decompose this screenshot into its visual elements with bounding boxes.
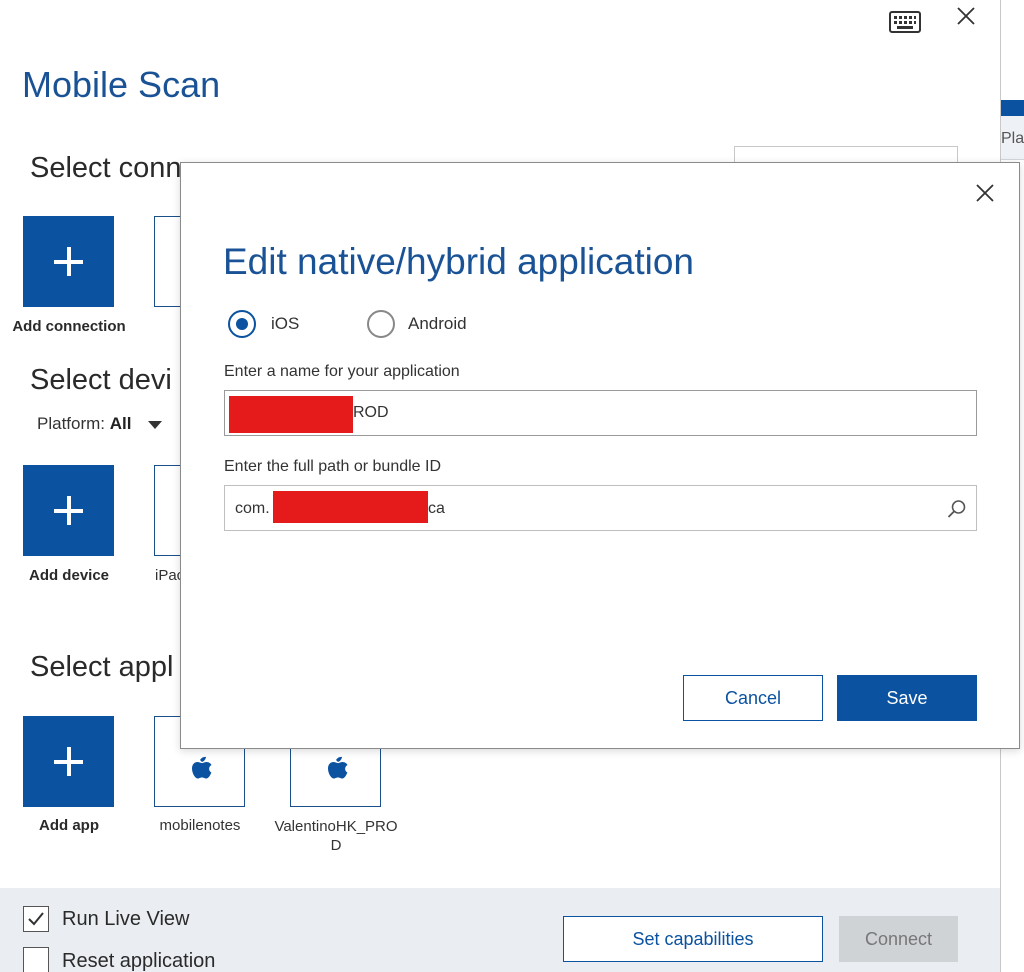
section-title-app: Select appl <box>30 651 174 683</box>
redaction-mark <box>273 491 428 523</box>
add-connection-label: Add connection <box>12 318 126 335</box>
reset-application-checkbox[interactable] <box>23 947 49 972</box>
connect-button[interactable]: Connect <box>839 916 958 962</box>
right-panel-tab-label: Pla <box>1001 130 1024 147</box>
section-title-device: Select devi <box>30 364 172 396</box>
app-tile-label: ValentinoHK_PROD <box>274 818 398 854</box>
set-capabilities-button[interactable]: Set capabilities <box>563 916 823 962</box>
save-button[interactable]: Save <box>837 675 977 721</box>
checkmark-icon <box>28 912 44 926</box>
edit-application-dialog: Edit native/hybrid application iOS Andro… <box>180 162 1020 749</box>
add-connection-button[interactable] <box>23 216 114 307</box>
platform-value: All <box>109 414 132 433</box>
apple-icon <box>328 756 348 779</box>
cancel-button[interactable]: Cancel <box>683 675 823 721</box>
application-name-value: ROD <box>353 404 389 421</box>
keyboard-icon[interactable] <box>889 11 921 33</box>
path-field-label: Enter the full path or bundle ID <box>224 458 442 475</box>
add-device-button[interactable] <box>23 465 114 556</box>
apple-icon <box>192 756 212 779</box>
dialog-title: Edit native/hybrid application <box>223 241 695 282</box>
reset-application-label: Reset application <box>62 950 216 972</box>
radio-android[interactable] <box>367 310 395 338</box>
footer-bar: Run Live View Reset application Set capa… <box>0 888 1000 972</box>
run-live-view-checkbox[interactable] <box>23 906 49 932</box>
radio-ios[interactable] <box>228 310 256 338</box>
dialog-close-icon[interactable] <box>973 181 997 205</box>
add-app-button[interactable] <box>23 716 114 807</box>
bundle-id-prefix: com. <box>235 500 270 517</box>
bundle-id-suffix: ca <box>428 500 445 517</box>
application-name-input[interactable]: ROD <box>224 390 977 436</box>
run-live-view-label: Run Live View <box>62 908 190 930</box>
add-app-label: Add app <box>39 817 99 834</box>
platform-label: Platform: <box>37 414 106 433</box>
app-title: Mobile Scan <box>22 64 221 105</box>
name-field-label: Enter a name for your application <box>224 363 460 380</box>
right-panel-accent <box>1001 100 1024 116</box>
app-tile-label: mobilenotes <box>159 817 241 834</box>
window-close-icon[interactable] <box>953 3 979 29</box>
right-panel-tab[interactable]: Pla <box>1001 116 1024 160</box>
platform-filter[interactable]: Platform: All <box>37 414 163 434</box>
section-title-connection: Select conn <box>30 152 182 184</box>
redaction-mark <box>229 396 353 433</box>
chevron-down-icon <box>148 420 163 429</box>
bundle-id-input[interactable]: com. ca <box>224 485 977 531</box>
search-icon[interactable] <box>946 498 968 520</box>
add-device-label: Add device <box>28 567 110 584</box>
radio-android-label: Android <box>408 314 467 333</box>
radio-ios-label: iOS <box>271 314 300 333</box>
